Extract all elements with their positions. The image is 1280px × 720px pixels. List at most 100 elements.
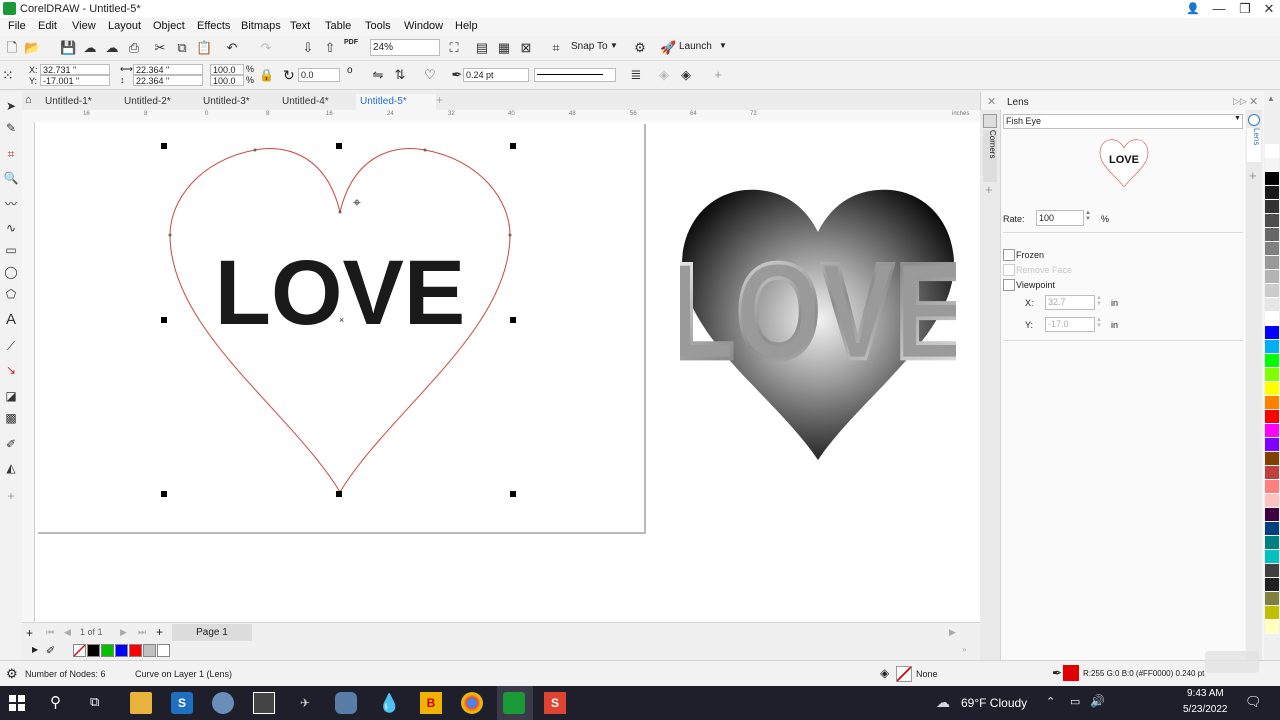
color-swatch[interactable]	[1265, 368, 1279, 382]
add-page-end-icon[interactable]: +	[156, 625, 163, 639]
app-b-icon[interactable]: B	[420, 692, 442, 714]
open-icon[interactable]: 📂	[24, 40, 40, 56]
viewpoint-x-field[interactable]: 32.7	[1045, 295, 1095, 310]
app-bird-icon[interactable]: ✈	[294, 692, 316, 714]
color-swatch[interactable]	[1265, 508, 1279, 522]
lens-tab[interactable]: Lens	[1247, 128, 1261, 162]
color-swatch[interactable]	[1265, 494, 1279, 508]
next-page-icon[interactable]: ▶	[120, 627, 127, 638]
menu-tools[interactable]: Tools	[365, 20, 391, 32]
clock-date[interactable]: 5/23/2022	[1183, 704, 1228, 715]
snap-icon[interactable]: ⌗	[548, 40, 564, 56]
outline-pen-icon[interactable]: ✒	[1052, 666, 1062, 680]
redo-icon[interactable]: ↷	[258, 40, 274, 56]
color-swatch[interactable]	[1265, 620, 1279, 634]
y-spinner-icon[interactable]: ▲ ▼	[1096, 317, 1102, 329]
palette-up-icon[interactable]: ▲	[1267, 94, 1275, 103]
color-swatch[interactable]	[1265, 564, 1279, 578]
fisheye-heart[interactable]: LOVE	[680, 186, 956, 464]
parallel-dimension-icon[interactable]: ⟋	[3, 338, 19, 354]
ellipse-tool-icon[interactable]: ◯	[3, 264, 19, 280]
height-field[interactable]: 22.364 "	[133, 75, 203, 86]
vertical-ruler[interactable]	[22, 122, 35, 622]
cloud-upload-icon[interactable]: ☁	[82, 40, 98, 56]
color-swatch[interactable]	[1265, 536, 1279, 550]
page-1-tab[interactable]: Page 1	[172, 624, 252, 641]
last-page-icon[interactable]: ⏭	[138, 627, 146, 638]
freehand-tool-icon[interactable]: 〰	[3, 196, 19, 212]
color-swatch[interactable]	[1265, 550, 1279, 564]
selection-handle[interactable]	[336, 491, 342, 497]
eyedropper-icon[interactable]: ✐	[46, 644, 55, 657]
color-swatch[interactable]	[1265, 298, 1279, 312]
eyedropper-tool-icon[interactable]: ✐	[3, 436, 19, 452]
chevron-down-icon[interactable]: ▼	[610, 41, 618, 50]
show-rulers-icon[interactable]: ▤	[474, 40, 490, 56]
node[interactable]	[168, 233, 172, 237]
gear-icon[interactable]: ⚙	[6, 666, 18, 682]
outline-color-swatch[interactable]	[1063, 665, 1079, 681]
polygon-tool-icon[interactable]: ⬠	[3, 286, 19, 302]
tab-untitled-1[interactable]: Untitled-1*	[41, 94, 96, 110]
new-document-icon[interactable]: 🗋	[4, 40, 20, 56]
speaker-icon[interactable]: 🔊	[1090, 694, 1105, 708]
palette-swatch[interactable]	[129, 644, 142, 657]
close-lens-icon[interactable]: ✕	[1249, 95, 1258, 108]
chrome-icon[interactable]	[461, 692, 483, 714]
remove-face-checkbox[interactable]	[1003, 264, 1015, 276]
tab-untitled-3[interactable]: Untitled-3*	[199, 94, 254, 110]
interactive-fill-icon[interactable]: ◭	[3, 460, 19, 476]
selection-handle[interactable]	[161, 491, 167, 497]
color-swatch[interactable]	[1265, 382, 1279, 396]
transparency-tool-icon[interactable]: ▩	[3, 410, 19, 426]
x-spinner-icon[interactable]: ▲ ▼	[1096, 295, 1102, 307]
app-drop-icon[interactable]: 💧	[378, 692, 400, 714]
to-front-icon[interactable]: ◈	[656, 67, 672, 83]
color-swatch[interactable]	[1265, 200, 1279, 214]
save-icon[interactable]: 💾	[60, 40, 76, 56]
rectangle-tool-icon[interactable]: ▭	[3, 242, 19, 258]
selection-handle[interactable]	[336, 143, 342, 149]
recording-controls[interactable]	[1205, 651, 1259, 673]
lens-tab-icon[interactable]	[1248, 114, 1260, 126]
color-swatch[interactable]	[1265, 172, 1279, 186]
color-swatch[interactable]	[1265, 340, 1279, 354]
color-swatch[interactable]	[1265, 242, 1279, 256]
rotation-field[interactable]: 0.0	[298, 68, 340, 82]
app-s-icon[interactable]: S	[171, 692, 193, 714]
frozen-checkbox[interactable]	[1003, 249, 1015, 261]
palette-swatch[interactable]	[73, 644, 86, 657]
add-tool-icon[interactable]: +	[3, 488, 19, 504]
menu-layout[interactable]: Layout	[108, 20, 141, 32]
zoom-tool-icon[interactable]: 🔍	[3, 170, 19, 186]
no-fill-swatch[interactable]	[896, 666, 912, 682]
lens-type-select[interactable]: Fish Eye	[1003, 114, 1243, 129]
expand-icon[interactable]: ▷▷	[1233, 96, 1247, 107]
line-style-select[interactable]	[534, 68, 616, 82]
palette-scroll-icon[interactable]: »	[962, 645, 966, 654]
menu-file[interactable]: File	[8, 20, 26, 32]
snap-to-dropdown[interactable]: Snap To	[571, 41, 608, 52]
menu-edit[interactable]: Edit	[38, 20, 57, 32]
selection-handle[interactable]	[510, 317, 516, 323]
copy-icon[interactable]: ⧉	[174, 40, 190, 56]
color-swatch[interactable]	[1265, 424, 1279, 438]
chevron-down-icon[interactable]: ▼	[719, 41, 727, 50]
selection-handle[interactable]	[161, 317, 167, 323]
color-swatch[interactable]	[1265, 466, 1279, 480]
cloud-download-icon[interactable]: ☁	[104, 40, 120, 56]
mirror-vertical-icon[interactable]: ⇅	[392, 67, 408, 83]
launch-dropdown[interactable]: Launch	[679, 41, 712, 52]
lock-ratio-icon[interactable]: 🔒	[259, 68, 274, 82]
fisheye-love-text[interactable]: LOVE	[680, 233, 956, 390]
color-swatch[interactable]	[1265, 270, 1279, 284]
color-swatch[interactable]	[1265, 438, 1279, 452]
selection-handle[interactable]	[510, 491, 516, 497]
connector-tool-icon[interactable]: ↘	[3, 362, 19, 378]
minimize-button[interactable]: —	[1206, 0, 1232, 18]
add-docker-icon[interactable]: +	[1249, 168, 1257, 183]
app-s-red-icon[interactable]: S	[544, 692, 566, 714]
width-field[interactable]: 22.364 "	[133, 64, 203, 75]
cut-icon[interactable]: ✂	[152, 40, 168, 56]
selected-heart-lens[interactable]: LOVE ×	[160, 140, 520, 500]
